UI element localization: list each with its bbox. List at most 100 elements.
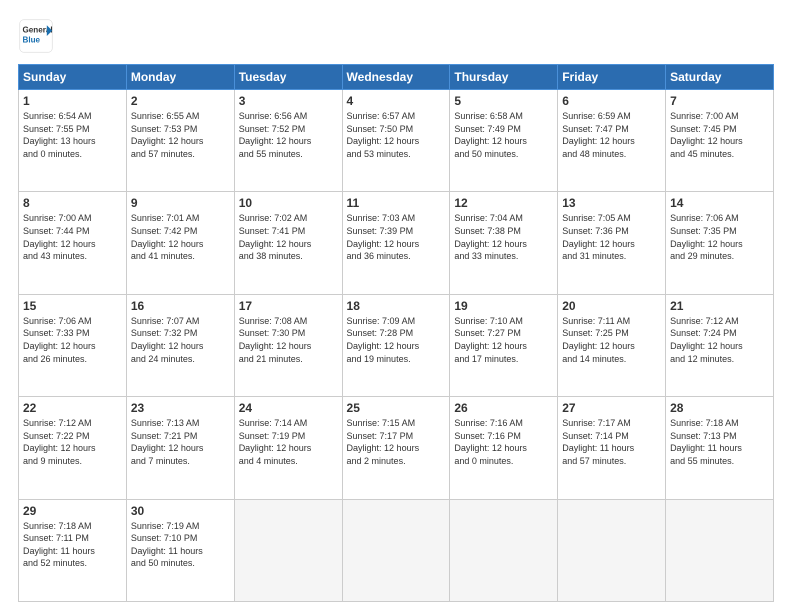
day-info: Sunrise: 7:12 AM Sunset: 7:22 PM Dayligh…: [23, 417, 122, 467]
day-number: 23: [131, 401, 230, 415]
day-info: Sunrise: 7:18 AM Sunset: 7:13 PM Dayligh…: [670, 417, 769, 467]
day-info: Sunrise: 7:12 AM Sunset: 7:24 PM Dayligh…: [670, 315, 769, 365]
day-header-wednesday: Wednesday: [342, 65, 450, 90]
calendar-cell: 4 Sunrise: 6:57 AM Sunset: 7:50 PM Daylig…: [342, 90, 450, 192]
day-info: Sunrise: 7:13 AM Sunset: 7:21 PM Dayligh…: [131, 417, 230, 467]
day-number: 29: [23, 504, 122, 518]
day-number: 5: [454, 94, 553, 108]
calendar-cell: 2 Sunrise: 6:55 AM Sunset: 7:53 PM Daylig…: [126, 90, 234, 192]
day-info: Sunrise: 7:06 AM Sunset: 7:35 PM Dayligh…: [670, 212, 769, 262]
day-info: Sunrise: 7:01 AM Sunset: 7:42 PM Dayligh…: [131, 212, 230, 262]
day-info: Sunrise: 6:57 AM Sunset: 7:50 PM Dayligh…: [347, 110, 446, 160]
day-info: Sunrise: 7:11 AM Sunset: 7:25 PM Dayligh…: [562, 315, 661, 365]
day-number: 25: [347, 401, 446, 415]
header: General Blue: [18, 18, 774, 54]
day-number: 10: [239, 196, 338, 210]
calendar-cell: 18 Sunrise: 7:09 AM Sunset: 7:28 PM Dayli…: [342, 294, 450, 396]
calendar-cell: 26 Sunrise: 7:16 AM Sunset: 7:16 PM Dayli…: [450, 397, 558, 499]
calendar-cell: 25 Sunrise: 7:15 AM Sunset: 7:17 PM Dayli…: [342, 397, 450, 499]
day-number: 15: [23, 299, 122, 313]
calendar-cell: 30 Sunrise: 7:19 AM Sunset: 7:10 PM Dayli…: [126, 499, 234, 601]
calendar-cell: 28 Sunrise: 7:18 AM Sunset: 7:13 PM Dayli…: [666, 397, 774, 499]
day-number: 9: [131, 196, 230, 210]
day-number: 26: [454, 401, 553, 415]
calendar-cell: 15 Sunrise: 7:06 AM Sunset: 7:33 PM Dayli…: [19, 294, 127, 396]
day-number: 8: [23, 196, 122, 210]
day-info: Sunrise: 6:59 AM Sunset: 7:47 PM Dayligh…: [562, 110, 661, 160]
day-number: 22: [23, 401, 122, 415]
day-info: Sunrise: 7:04 AM Sunset: 7:38 PM Dayligh…: [454, 212, 553, 262]
day-header-tuesday: Tuesday: [234, 65, 342, 90]
day-number: 24: [239, 401, 338, 415]
day-number: 30: [131, 504, 230, 518]
day-number: 28: [670, 401, 769, 415]
day-number: 17: [239, 299, 338, 313]
calendar-cell: 13 Sunrise: 7:05 AM Sunset: 7:36 PM Dayli…: [558, 192, 666, 294]
day-info: Sunrise: 7:07 AM Sunset: 7:32 PM Dayligh…: [131, 315, 230, 365]
calendar-cell: 7 Sunrise: 7:00 AM Sunset: 7:45 PM Daylig…: [666, 90, 774, 192]
day-info: Sunrise: 7:06 AM Sunset: 7:33 PM Dayligh…: [23, 315, 122, 365]
day-number: 14: [670, 196, 769, 210]
calendar-cell: 29 Sunrise: 7:18 AM Sunset: 7:11 PM Dayli…: [19, 499, 127, 601]
day-header-friday: Friday: [558, 65, 666, 90]
calendar-cell: 1 Sunrise: 6:54 AM Sunset: 7:55 PM Daylig…: [19, 90, 127, 192]
day-number: 13: [562, 196, 661, 210]
day-number: 6: [562, 94, 661, 108]
calendar-cell: 21Sunrise: 7:12 AM Sunset: 7:24 PM Dayli…: [666, 294, 774, 396]
calendar-cell: 11Sunrise: 7:03 AM Sunset: 7:39 PM Dayli…: [342, 192, 450, 294]
calendar-cell: 3 Sunrise: 6:56 AM Sunset: 7:52 PM Daylig…: [234, 90, 342, 192]
calendar-cell: 17 Sunrise: 7:08 AM Sunset: 7:30 PM Dayli…: [234, 294, 342, 396]
calendar-cell: 6 Sunrise: 6:59 AM Sunset: 7:47 PM Daylig…: [558, 90, 666, 192]
day-info: Sunrise: 7:09 AM Sunset: 7:28 PM Dayligh…: [347, 315, 446, 365]
day-info: Sunrise: 7:16 AM Sunset: 7:16 PM Dayligh…: [454, 417, 553, 467]
calendar-cell: [558, 499, 666, 601]
day-number: 12: [454, 196, 553, 210]
day-number: 4: [347, 94, 446, 108]
day-number: 16: [131, 299, 230, 313]
calendar-table: SundayMondayTuesdayWednesdayThursdayFrid…: [18, 64, 774, 602]
day-info: Sunrise: 6:58 AM Sunset: 7:49 PM Dayligh…: [454, 110, 553, 160]
day-info: Sunrise: 7:00 AM Sunset: 7:44 PM Dayligh…: [23, 212, 122, 262]
day-info: Sunrise: 7:17 AM Sunset: 7:14 PM Dayligh…: [562, 417, 661, 467]
day-info: Sunrise: 7:02 AM Sunset: 7:41 PM Dayligh…: [239, 212, 338, 262]
calendar-cell: 20 Sunrise: 7:11 AM Sunset: 7:25 PM Dayli…: [558, 294, 666, 396]
day-info: Sunrise: 7:15 AM Sunset: 7:17 PM Dayligh…: [347, 417, 446, 467]
day-header-monday: Monday: [126, 65, 234, 90]
calendar-cell: [234, 499, 342, 601]
calendar-cell: 14 Sunrise: 7:06 AM Sunset: 7:35 PM Dayli…: [666, 192, 774, 294]
calendar-cell: 27 Sunrise: 7:17 AM Sunset: 7:14 PM Dayli…: [558, 397, 666, 499]
day-number: 2: [131, 94, 230, 108]
day-info: Sunrise: 7:03 AM Sunset: 7:39 PM Dayligh…: [347, 212, 446, 262]
calendar-cell: 12 Sunrise: 7:04 AM Sunset: 7:38 PM Dayli…: [450, 192, 558, 294]
svg-text:Blue: Blue: [23, 35, 41, 44]
day-number: 1: [23, 94, 122, 108]
day-number: 18: [347, 299, 446, 313]
day-info: Sunrise: 7:10 AM Sunset: 7:27 PM Dayligh…: [454, 315, 553, 365]
day-number: 20: [562, 299, 661, 313]
day-info: Sunrise: 6:54 AM Sunset: 7:55 PM Dayligh…: [23, 110, 122, 160]
day-info: Sunrise: 6:56 AM Sunset: 7:52 PM Dayligh…: [239, 110, 338, 160]
day-number: 27: [562, 401, 661, 415]
calendar-cell: [342, 499, 450, 601]
day-number: 7: [670, 94, 769, 108]
calendar-cell: 8 Sunrise: 7:00 AM Sunset: 7:44 PM Daylig…: [19, 192, 127, 294]
day-info: Sunrise: 6:55 AM Sunset: 7:53 PM Dayligh…: [131, 110, 230, 160]
calendar-cell: 22 Sunrise: 7:12 AM Sunset: 7:22 PM Dayli…: [19, 397, 127, 499]
calendar-cell: 10 Sunrise: 7:02 AM Sunset: 7:41 PM Dayli…: [234, 192, 342, 294]
day-info: Sunrise: 7:19 AM Sunset: 7:10 PM Dayligh…: [131, 520, 230, 570]
day-info: Sunrise: 7:05 AM Sunset: 7:36 PM Dayligh…: [562, 212, 661, 262]
logo-icon: General Blue: [18, 18, 54, 54]
calendar-cell: 23 Sunrise: 7:13 AM Sunset: 7:21 PM Dayli…: [126, 397, 234, 499]
day-header-saturday: Saturday: [666, 65, 774, 90]
day-info: Sunrise: 7:08 AM Sunset: 7:30 PM Dayligh…: [239, 315, 338, 365]
calendar-cell: [450, 499, 558, 601]
day-info: Sunrise: 7:00 AM Sunset: 7:45 PM Dayligh…: [670, 110, 769, 160]
calendar-cell: 9 Sunrise: 7:01 AM Sunset: 7:42 PM Daylig…: [126, 192, 234, 294]
calendar-cell: [666, 499, 774, 601]
calendar-cell: 24Sunrise: 7:14 AM Sunset: 7:19 PM Dayli…: [234, 397, 342, 499]
day-number: 3: [239, 94, 338, 108]
logo: General Blue: [18, 18, 54, 54]
day-header-thursday: Thursday: [450, 65, 558, 90]
day-info: Sunrise: 7:18 AM Sunset: 7:11 PM Dayligh…: [23, 520, 122, 570]
calendar-cell: 16 Sunrise: 7:07 AM Sunset: 7:32 PM Dayli…: [126, 294, 234, 396]
